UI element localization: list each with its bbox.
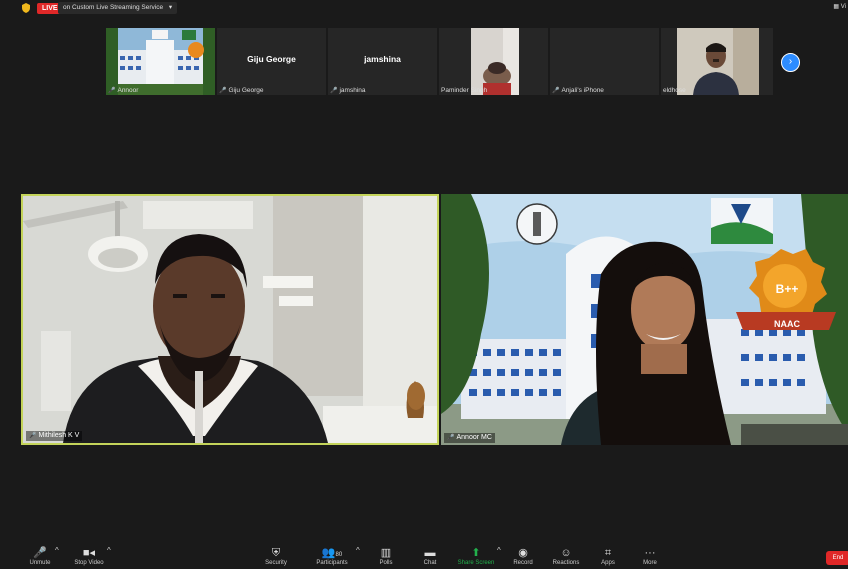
chevron-right-icon: › bbox=[788, 56, 793, 67]
meeting-toolbar: 🎤 Unmute ^ ■◂ Stop Video ^ ⛨ Security 👥8… bbox=[0, 540, 848, 569]
share-screen-icon: ⬆ bbox=[471, 547, 481, 559]
chat-button[interactable]: ▬ Chat bbox=[420, 546, 440, 566]
video-options-caret[interactable]: ^ bbox=[107, 546, 111, 555]
video-camera-icon: ■◂ bbox=[82, 547, 96, 559]
security-shield-icon bbox=[22, 3, 30, 13]
share-options-caret[interactable]: ^ bbox=[497, 546, 501, 555]
participant-video-feed bbox=[661, 28, 773, 95]
smiley-icon: ☺ bbox=[560, 547, 572, 559]
apps-button[interactable]: ⌗ Apps bbox=[598, 546, 618, 566]
mic-muted-icon: 🎤 bbox=[108, 88, 116, 94]
naac-badge: B++ bbox=[766, 282, 808, 296]
security-button[interactable]: ⛨ Security bbox=[262, 546, 290, 566]
stop-video-button[interactable]: ■◂ Stop Video bbox=[72, 546, 106, 566]
share-screen-button[interactable]: ⬆ Share Screen bbox=[457, 546, 495, 566]
participant-name-label: eldhose bbox=[663, 87, 686, 94]
participant-tile-giju[interactable]: Giju George 🎤 Giju George bbox=[217, 28, 326, 95]
participant-center-name: jamshina bbox=[364, 54, 401, 64]
view-label: Vi bbox=[840, 4, 846, 10]
speaker-video-feed bbox=[23, 196, 437, 443]
naac-label: NAAC bbox=[774, 319, 800, 329]
participant-name-label: 🎤 jamshina bbox=[330, 87, 366, 94]
participant-name-label: 🎤 Anjali's iPhone bbox=[552, 87, 604, 94]
mic-muted-icon: 🎤 bbox=[33, 547, 47, 559]
stream-service-dropdown[interactable]: on Custom Live Streaming Service ▾ bbox=[58, 2, 178, 14]
participant-name-label: Paminder Singh bbox=[441, 87, 488, 94]
next-page-button[interactable]: › bbox=[781, 53, 800, 72]
mic-muted-icon: 🎤 bbox=[552, 88, 560, 94]
end-meeting-button[interactable]: End bbox=[826, 551, 848, 565]
participants-options-caret[interactable]: ^ bbox=[356, 546, 360, 555]
view-button[interactable]: ▦ Vi bbox=[833, 3, 846, 10]
speaker-name-label: 🎤 Annoor MC bbox=[444, 433, 495, 443]
annoor-college-image bbox=[106, 28, 215, 95]
unmute-button[interactable]: 🎤 Unmute bbox=[26, 546, 54, 566]
participant-tile-annoor[interactable]: 🎤 Annoor bbox=[106, 28, 215, 95]
mic-muted-icon: 🎤 bbox=[219, 88, 227, 94]
mic-muted-icon: 🎤 bbox=[330, 88, 338, 94]
participant-tile-eldhose[interactable]: eldhose bbox=[661, 28, 773, 95]
participant-name-label: 🎤 Giju George bbox=[219, 87, 264, 94]
participant-video-feed bbox=[439, 28, 548, 95]
mic-muted-icon: 🎤 bbox=[29, 433, 37, 439]
polls-button[interactable]: ▥ Polls bbox=[376, 546, 396, 566]
reactions-button[interactable]: ☺ Reactions bbox=[551, 546, 581, 566]
participant-center-name: Giju George bbox=[247, 54, 296, 64]
more-dots-icon: ··· bbox=[644, 547, 656, 559]
audio-options-caret[interactable]: ^ bbox=[55, 546, 59, 555]
more-button[interactable]: ··· More bbox=[640, 546, 660, 566]
chevron-down-icon: ▾ bbox=[168, 4, 173, 11]
mic-icon: 🎤 bbox=[447, 435, 455, 441]
participants-icon: 👥80 bbox=[321, 547, 343, 559]
shield-icon: ⛨ bbox=[271, 547, 281, 559]
record-icon: ◉ bbox=[518, 547, 528, 559]
participant-tile-paminder[interactable]: Paminder Singh bbox=[439, 28, 548, 95]
speaker-video-mithilesh[interactable]: 🎤 Mithilesh K V bbox=[21, 194, 439, 445]
participant-tile-jamshina[interactable]: jamshina 🎤 jamshina bbox=[328, 28, 437, 95]
naac-grade: B++ bbox=[775, 282, 799, 296]
speaker-video-annoor[interactable]: B++ NAAC 🎤 Annoor MC bbox=[441, 194, 848, 445]
polls-icon: ▥ bbox=[380, 547, 392, 559]
top-bar: LIVE on Custom Live Streaming Service ▾ … bbox=[0, 0, 848, 16]
participant-name-label: 🎤 Annoor bbox=[108, 87, 139, 94]
speaker-name-label: 🎤 Mithilesh K V bbox=[26, 431, 83, 441]
stream-service-label: on Custom Live Streaming Service bbox=[63, 4, 164, 11]
participants-count: 80 bbox=[335, 552, 343, 558]
apps-icon: ⌗ bbox=[604, 547, 612, 559]
chat-icon: ▬ bbox=[424, 547, 436, 559]
participant-tile-anjali[interactable]: 🎤 Anjali's iPhone bbox=[550, 28, 659, 95]
participants-button[interactable]: 👥80 Participants bbox=[314, 546, 350, 566]
grid-icon: ▦ bbox=[833, 4, 840, 10]
record-button[interactable]: ◉ Record bbox=[511, 546, 535, 566]
